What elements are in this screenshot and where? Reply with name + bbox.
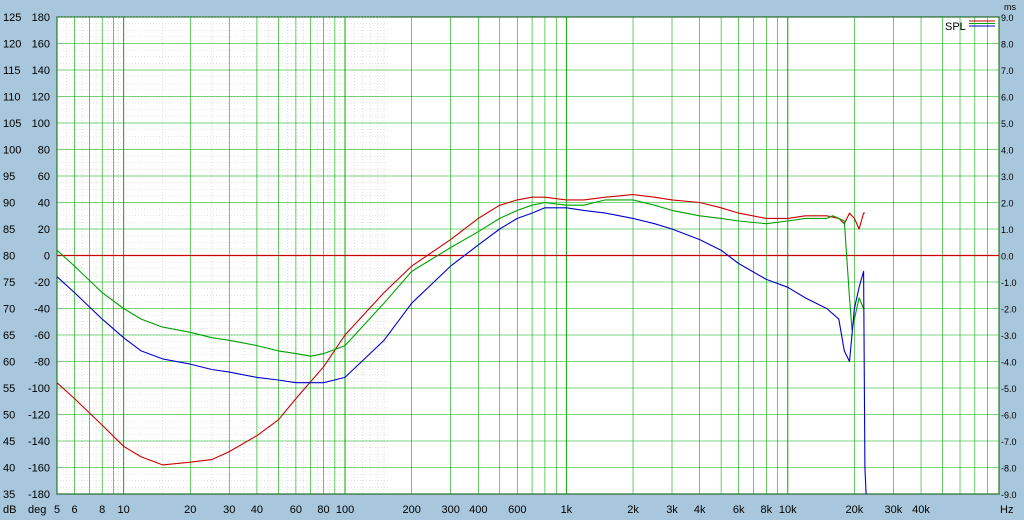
ms-tick-label: 3.0 — [1001, 172, 1014, 182]
db-tick-label: 85 — [3, 224, 15, 236]
ms-tick-label: 5.0 — [1001, 119, 1014, 129]
deg-tick-label: 60 — [38, 171, 50, 183]
ms-tick-label: -2.0 — [1001, 305, 1017, 315]
ms-tick-label: -3.0 — [1001, 331, 1017, 341]
x-tick-label: 40 — [251, 504, 263, 516]
deg-tick-label: -60 — [34, 330, 50, 342]
deg-tick-label: 160 — [32, 39, 50, 51]
x-tick-label: 400 — [469, 504, 487, 516]
deg-tick-label: -80 — [34, 357, 50, 369]
db-tick-label: 40 — [3, 463, 15, 475]
ms-tick-label: -6.0 — [1001, 411, 1017, 421]
db-tick-label: 110 — [3, 92, 21, 104]
deg-tick-label: 120 — [32, 92, 50, 104]
deg-tick-label: 80 — [38, 145, 50, 157]
db-tick-label: 55 — [3, 383, 15, 395]
ms-tick-label: 8.0 — [1001, 40, 1014, 50]
ms-tick-label: 7.0 — [1001, 66, 1014, 76]
ms-tick-label: 0.0 — [1001, 252, 1014, 262]
chart: 125 180120 160115 140110 120105 100100 8095 609… — [0, 0, 1024, 520]
deg-tick-label: -100 — [28, 383, 50, 395]
db-unit-label: dB — [3, 504, 16, 516]
x-unit-label: Hz — [1000, 504, 1013, 516]
x-tick-label: 300 — [441, 504, 459, 516]
deg-tick-label: 100 — [32, 118, 50, 130]
x-tick-label: 6k — [733, 504, 745, 516]
x-tick-label: 2k — [627, 504, 639, 516]
ms-tick-label: 1.0 — [1001, 225, 1014, 235]
deg-tick-label: -140 — [28, 436, 50, 448]
x-tick-label: 20k — [846, 504, 864, 516]
db-tick-label: 35 — [3, 489, 15, 501]
deg-tick-label: 0 — [44, 251, 50, 263]
x-tick-label: 30k — [885, 504, 903, 516]
db-tick-label: 45 — [3, 436, 15, 448]
legend-label: SPL — [945, 21, 966, 33]
deg-tick-label: 20 — [38, 224, 50, 236]
db-tick-label: 105 — [3, 118, 21, 130]
db-tick-label: 100 — [3, 145, 21, 157]
db-tick-label: 120 — [3, 39, 21, 51]
x-tick-label: 80 — [317, 504, 329, 516]
ms-tick-label: -7.0 — [1001, 437, 1017, 447]
db-tick-label: 50 — [3, 410, 15, 422]
x-tick-label: 10k — [779, 504, 797, 516]
x-tick-label: 5 — [54, 504, 60, 516]
db-tick-label: 90 — [3, 198, 15, 210]
x-tick-label: 10 — [118, 504, 130, 516]
deg-tick-label: -120 — [28, 410, 50, 422]
db-tick-label: 70 — [3, 304, 15, 316]
deg-tick-label: -40 — [34, 304, 50, 316]
deg-tick-label: 180 — [32, 12, 50, 24]
db-tick-label: 95 — [3, 171, 15, 183]
ms-unit-label: ms — [1004, 2, 1016, 12]
ms-tick-label: -4.0 — [1001, 358, 1017, 368]
ms-tick-label: 2.0 — [1001, 199, 1014, 209]
x-tick-label: 8k — [760, 504, 772, 516]
db-tick-label: 75 — [3, 277, 15, 289]
db-tick-label: 65 — [3, 330, 15, 342]
db-tick-label: 60 — [3, 357, 15, 369]
db-tick-label: 115 — [3, 65, 21, 77]
x-tick-label: 100 — [336, 504, 354, 516]
ms-tick-label: -9.0 — [1001, 490, 1017, 500]
ms-tick-label: 6.0 — [1001, 93, 1014, 103]
x-tick-label: 6 — [71, 504, 77, 516]
deg-tick-label: -180 — [28, 489, 50, 501]
ms-tick-label: 9.0 — [1001, 13, 1014, 23]
x-tick-label: 8 — [99, 504, 105, 516]
ms-tick-label: -1.0 — [1001, 278, 1017, 288]
deg-unit-label: deg — [28, 504, 46, 516]
ms-tick-label: -5.0 — [1001, 384, 1017, 394]
x-tick-label: 20 — [184, 504, 196, 516]
db-tick-label: 80 — [3, 251, 15, 263]
x-tick-label: 30 — [223, 504, 235, 516]
x-tick-label: 3k — [666, 504, 678, 516]
deg-tick-label: -160 — [28, 463, 50, 475]
ms-tick-label: 4.0 — [1001, 146, 1014, 156]
x-tick-label: 600 — [508, 504, 526, 516]
deg-tick-label: 140 — [32, 65, 50, 77]
db-tick-label: 125 — [3, 12, 21, 24]
deg-tick-label: 40 — [38, 198, 50, 210]
x-tick-label: 4k — [694, 504, 706, 516]
x-tick-label: 60 — [290, 504, 302, 516]
x-tick-label: 200 — [402, 504, 420, 516]
x-tick-label: 40k — [912, 504, 930, 516]
x-tick-label: 1k — [561, 504, 573, 516]
ms-tick-label: -8.0 — [1001, 464, 1017, 474]
deg-tick-label: -20 — [34, 277, 50, 289]
